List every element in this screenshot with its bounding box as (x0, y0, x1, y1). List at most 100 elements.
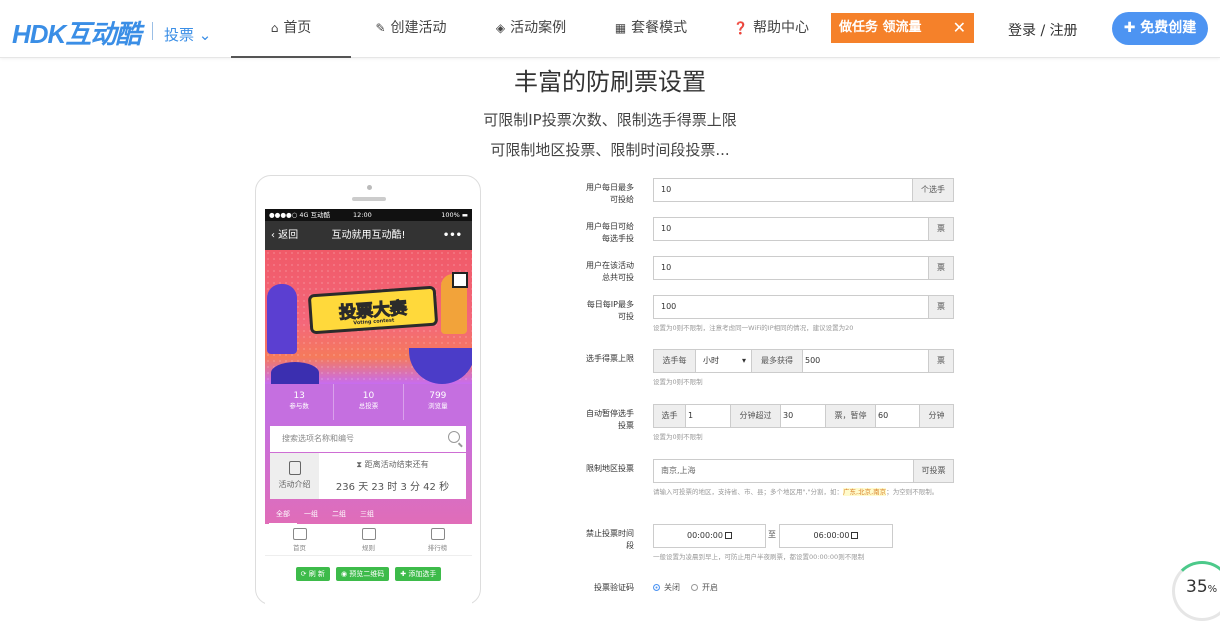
player-cap-input[interactable]: 500 (802, 349, 929, 373)
back-button[interactable]: ‹ 返回 (271, 221, 298, 250)
refresh-button[interactable]: ⟳ 刷 新 (295, 567, 330, 581)
mid-addon: 票，暂停 (825, 404, 876, 428)
stat-value: 799 (429, 391, 447, 401)
stat-total-votes: 10 总投票 (334, 384, 404, 420)
ip-limit-input[interactable]: 100 (653, 295, 929, 319)
unit-addon: 票 (928, 217, 954, 241)
nav-item-cases[interactable]: ◈ 活动案例 (482, 0, 580, 58)
field-label: 用户在该活动总共可投 (586, 261, 634, 282)
unit-addon: 票 (928, 295, 954, 319)
phone-camera (367, 185, 372, 190)
field-label: 每日每IP最多可投 (586, 300, 634, 321)
unit-addon: 分钟 (919, 404, 954, 428)
field-label: 用户每日最多可投给 (586, 183, 634, 204)
more-icon[interactable]: ••• (443, 221, 462, 250)
free-create-button[interactable]: ✚ 免费创建 (1112, 12, 1208, 45)
nav-item-home[interactable]: ⌂ 首页 (231, 0, 351, 58)
battery-icon: 100% ▬ (441, 211, 468, 219)
pause-duration-input[interactable]: 60 (875, 404, 920, 428)
tab-group-2[interactable]: 二组 (325, 504, 353, 524)
field-hint: 设置为0则不限制 (653, 378, 703, 386)
start-time-value: 00:00:00 (687, 531, 723, 540)
tab-group-1[interactable]: 一组 (297, 504, 325, 524)
start-time-input[interactable]: 00:00:00 (653, 524, 766, 548)
pause-votes-input[interactable]: 30 (780, 404, 826, 428)
qr-code-icon (452, 272, 468, 288)
captcha-off-radio[interactable]: 关闭 (653, 582, 680, 593)
tab-group-3[interactable]: 三组 (353, 504, 381, 524)
nav-item-label: 创建活动 (390, 20, 447, 36)
activity-intro-button[interactable]: 活动介绍 (270, 453, 319, 499)
total-votes-input[interactable]: 10 (653, 256, 929, 280)
caret-down-icon: ▾ (741, 356, 746, 365)
document-icon (288, 461, 301, 475)
phone-actions: ⟳ 刷 新 ◉ 预览二维码 ✚ 添加选手 (265, 556, 472, 581)
login-register-link[interactable]: 登录 / 注册 (1008, 20, 1078, 40)
nav-item-plans[interactable]: ▦ 套餐模式 (602, 0, 700, 58)
period-select[interactable]: 小时 ▾ (695, 349, 752, 373)
phone-screen: ●●●●○ 4G 互动酷 12:00 100% ▬ 互动就用互动酷! ‹ 返回 … (265, 209, 472, 609)
range-separator: 至 (768, 530, 776, 539)
progress-value: 35 (1186, 577, 1208, 597)
search-icon[interactable] (448, 431, 460, 443)
nav-item-help[interactable]: ❓ 帮助中心 (722, 0, 820, 58)
close-icon[interactable]: ✕ (953, 13, 966, 43)
period-value: 小时 (703, 356, 719, 365)
bottom-nav-label: 排行榜 (427, 544, 448, 552)
field-hint: 设置为0则不限制 (653, 433, 703, 441)
stats-bar: 13 参与数 10 总投票 799 浏览量 (265, 384, 472, 420)
home-icon: ⌂ (270, 21, 279, 35)
info-panel: 搜索选项名称和编号 活动介绍 ⧗ 距离活动结束还有 236 天 23 时 3 分… (265, 420, 472, 524)
end-time-input[interactable]: 06:00:00 (779, 524, 893, 548)
hint-example: 广东,北京,南京 (843, 488, 887, 496)
unit-addon: 票 (928, 349, 954, 373)
field-label: 禁止投票时间段 (586, 529, 634, 550)
radio-label: 关闭 (664, 583, 680, 592)
end-time-value: 06:00:00 (813, 531, 850, 540)
prefix-addon: 选手每 (653, 349, 696, 373)
nav-item-label: 帮助中心 (752, 20, 809, 36)
anti-fraud-settings-form: 用户每日最多可投给 10 个选手 用户每日可给每选手投 10 票 用户在该活动总… (582, 176, 982, 596)
daily-per-player-input[interactable]: 10 (653, 217, 929, 241)
hint-text: 请输入可投票的地区，支持省、市、县；多个地区用","分割，如： (653, 488, 844, 496)
bottom-nav-rules[interactable]: 规则 (334, 524, 403, 555)
phone-title-bar: 互动就用互动酷! ‹ 返回 ••• (265, 221, 472, 250)
progress-widget[interactable]: 35% (1172, 561, 1220, 621)
bottom-nav-label: 首页 (293, 544, 306, 552)
mid-addon: 分钟超过 (730, 404, 781, 428)
tab-all[interactable]: 全部 (269, 504, 297, 524)
calendar-icon (724, 532, 732, 539)
radio-label: 开启 (702, 583, 718, 592)
mid-addon: 最多获得 (751, 349, 803, 373)
contest-banner: 投票大赛 Voting contest (265, 250, 472, 384)
stat-label: 参与数 (289, 402, 309, 410)
bottom-nav-ranking[interactable]: 排行榜 (403, 524, 472, 555)
task-reward-button[interactable]: 做任务 领流量 ✕ (831, 13, 974, 43)
stat-label: 浏览量 (428, 402, 448, 410)
preview-qr-button[interactable]: ◉ 预览二维码 (335, 567, 390, 581)
intro-label: 活动介绍 (278, 480, 311, 489)
add-player-button[interactable]: ✚ 添加选手 (395, 567, 442, 581)
radio-unchecked-icon (691, 584, 698, 591)
field-label: 选手得票上限 (586, 354, 634, 363)
stat-views: 799 浏览量 (404, 384, 472, 420)
top-navbar: HDK互动酷 投票 ⌄ ⌂ 首页 ✎ 创建活动 ◈ 活动案例 ▦ 套餐模式 ❓ 帮助中心 … (0, 0, 1220, 58)
rules-icon (361, 528, 376, 540)
nav-item-create[interactable]: ✎ 创建活动 (362, 0, 460, 58)
bottom-nav-home[interactable]: 首页 (265, 524, 334, 555)
cube-icon: ◈ (495, 21, 506, 35)
region-input[interactable]: 南京,上海 (653, 459, 914, 483)
edit-icon: ✎ (375, 21, 386, 35)
grid-icon: ▦ (614, 21, 627, 35)
captcha-on-radio[interactable]: 开启 (691, 582, 718, 593)
signal-text: ●●●●○ 4G 互动酷 (269, 211, 331, 219)
logo-divider (152, 22, 153, 40)
site-logo[interactable]: HDK互动酷 (12, 14, 141, 51)
field-label: 投票验证码 (594, 583, 634, 592)
daily-votes-input[interactable]: 10 (653, 178, 913, 202)
product-switcher[interactable]: 投票 ⌄ (164, 24, 211, 45)
task-reward-label: 做任务 领流量 (839, 20, 922, 35)
phone-search-input[interactable]: 搜索选项名称和编号 (270, 426, 466, 452)
phone-status-bar: ●●●●○ 4G 互动酷 12:00 100% ▬ (265, 209, 472, 221)
pause-minutes-input[interactable]: 1 (685, 404, 731, 428)
